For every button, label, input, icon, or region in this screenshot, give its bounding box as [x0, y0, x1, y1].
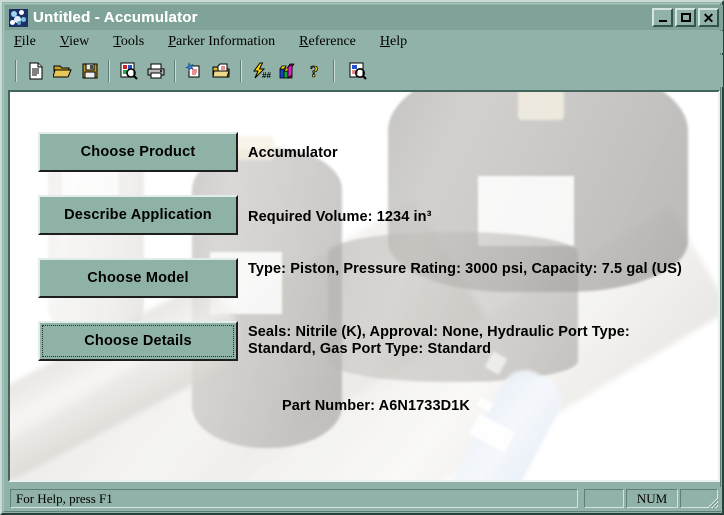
choose-details-button[interactable]: Choose Details [38, 321, 238, 361]
toolbar-separator [240, 60, 242, 82]
close-button[interactable]: ✕ [698, 8, 719, 27]
toolbar-separator [174, 60, 176, 82]
menu-item-parker-information[interactable]: Parker Information [168, 32, 286, 52]
toolbar-separator [108, 60, 110, 82]
toolbar-separator [15, 60, 17, 82]
menu-item-reference[interactable]: Reference [299, 32, 367, 52]
client-area: Choose Product Describe Application Choo… [8, 90, 720, 482]
choose-product-button[interactable]: Choose Product [38, 132, 238, 172]
open-item-icon[interactable] [209, 59, 234, 83]
choose-model-button[interactable]: Choose Model [38, 258, 238, 298]
window-controls: ✕ [652, 8, 719, 27]
product-label: Accumulator [248, 145, 338, 161]
close-icon: ✕ [702, 9, 715, 26]
menu-item-tools[interactable]: Tools [113, 32, 155, 52]
status-pane-1 [584, 489, 624, 508]
toolbar: ## ? [5, 55, 723, 87]
help-question-icon[interactable]: ? [302, 59, 327, 83]
svg-text:##: ## [262, 71, 271, 80]
details-summary-label: Seals: Nitrile (K), Approval: None, Hydr… [248, 324, 630, 357]
svg-text:?: ? [310, 62, 319, 80]
print-icon[interactable] [143, 59, 168, 83]
maximize-button[interactable] [675, 8, 696, 27]
application-window: Untitled - Accumulator ✕ File View Tools… [0, 0, 724, 515]
menu-bar: File View Tools Parker Information Refer… [5, 31, 723, 53]
status-pane-num: NUM [626, 489, 678, 508]
menu-item-view[interactable]: View [60, 32, 101, 52]
preview-magnifier-icon[interactable] [345, 59, 370, 83]
part-number-label: Part Number: A6N1733D1K [282, 398, 470, 414]
app-icon [9, 8, 28, 27]
model-summary-label: Type: Piston, Pressure Rating: 3000 psi,… [248, 261, 682, 277]
new-item-icon[interactable] [182, 59, 207, 83]
status-hint: For Help, press F1 [10, 489, 578, 508]
minimize-button[interactable] [652, 8, 673, 27]
required-volume-label: Required Volume: 1234 in³ [248, 209, 432, 225]
resize-grip[interactable] [706, 496, 720, 510]
status-bar: For Help, press F1 NUM [6, 487, 722, 511]
save-floppy-icon[interactable] [77, 59, 102, 83]
menu-item-help[interactable]: Help [380, 32, 418, 52]
bar-chart-icon[interactable] [275, 59, 300, 83]
open-folder-icon[interactable] [50, 59, 75, 83]
toolbar-separator [333, 60, 335, 82]
print-preview-icon[interactable] [116, 59, 141, 83]
window-title: Untitled - Accumulator [33, 9, 198, 26]
describe-application-button[interactable]: Describe Application [38, 195, 238, 235]
lightning-calc-icon[interactable]: ## [248, 59, 273, 83]
new-document-icon[interactable] [23, 59, 48, 83]
title-bar[interactable]: Untitled - Accumulator ✕ [5, 5, 723, 30]
menu-item-file[interactable]: File [14, 32, 47, 52]
